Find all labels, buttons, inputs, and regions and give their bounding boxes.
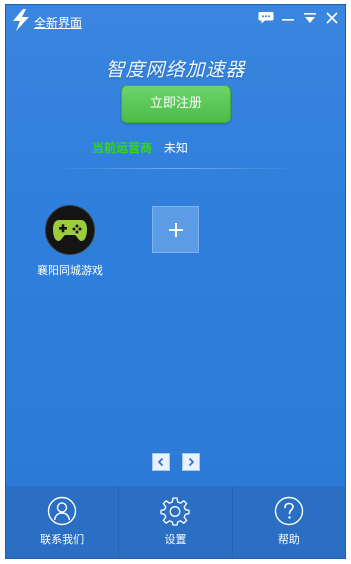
new-ui-link[interactable]: 全新界面 <box>34 14 82 31</box>
close-icon[interactable] <box>323 9 341 27</box>
carrier-value: 未知 <box>163 141 188 155</box>
footer-label: 帮助 <box>277 533 300 546</box>
settings-button[interactable]: 设置 <box>118 486 231 558</box>
game-label: 襄阳同城游戏 <box>37 264 103 277</box>
register-button[interactable]: 立即注册 <box>121 85 231 123</box>
footer-label: 设置 <box>164 533 187 546</box>
minimize-icon[interactable] <box>279 9 297 27</box>
window-controls <box>257 9 341 27</box>
app-title: 智度网络加速器 <box>105 59 246 81</box>
help-icon <box>274 496 304 526</box>
chat-icon[interactable] <box>257 9 275 27</box>
menu-dropdown-icon[interactable] <box>301 9 319 27</box>
contact-person-icon <box>47 496 77 526</box>
carrier-status: 当前运营商 未知 <box>92 139 188 156</box>
gear-icon <box>160 497 191 526</box>
carrier-label: 当前运营商 <box>92 141 153 155</box>
divider <box>56 168 296 169</box>
lightning-icon <box>10 8 32 32</box>
contact-us-button[interactable]: 联系我们 <box>6 486 118 558</box>
pager <box>152 453 200 471</box>
help-button[interactable]: 帮助 <box>231 486 345 558</box>
chevron-left-icon[interactable] <box>152 453 170 471</box>
footer-label: 联系我们 <box>40 533 85 546</box>
add-game-button[interactable] <box>152 206 199 253</box>
game-item[interactable]: 襄阳同城游戏 <box>34 205 106 278</box>
footer-nav: 联系我们 设置 帮助 <box>6 486 345 558</box>
title-bar[interactable]: 全新界面 <box>6 5 345 33</box>
app-window: 全新界面 智度网络加速器 立即注册 当前运营商 未知 襄阳同城游戏 联系我们 设… <box>5 4 346 559</box>
chevron-right-icon[interactable] <box>182 453 200 471</box>
gamepad-icon <box>45 205 95 255</box>
plus-icon <box>168 222 183 237</box>
